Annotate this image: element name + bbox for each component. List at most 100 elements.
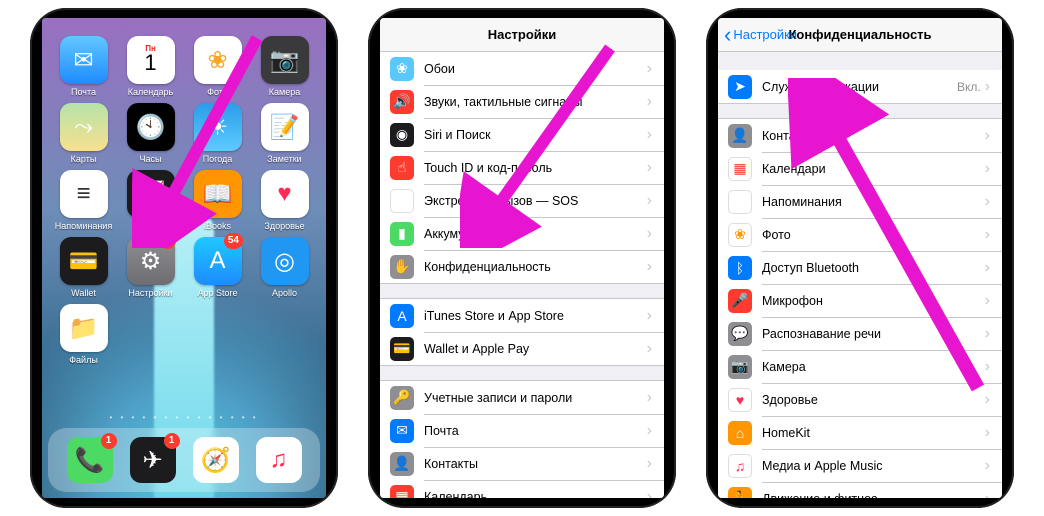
row-учетные-записи-и-пароли[interactable]: 🔑Учетные записи и пароли› <box>380 381 664 414</box>
back-button[interactable]: Настройки <box>724 18 797 51</box>
row-icon: ▮ <box>390 222 414 246</box>
row-icon: 💬 <box>728 322 752 346</box>
row-контакты[interactable]: 👤Контакты› <box>380 447 664 480</box>
app-заметки[interactable]: 📝 Заметки <box>253 103 316 164</box>
row-медиа-и-apple-music[interactable]: ♫Медиа и Apple Music› <box>718 449 1002 482</box>
app-здоровье[interactable]: ♥Здоровье <box>253 170 316 231</box>
row-микрофон[interactable]: 🎤Микрофон› <box>718 284 1002 317</box>
row-value: Вкл. <box>957 80 981 94</box>
row-icon: ◉ <box>390 123 414 147</box>
privacy-group: ➤Службы геолокацииВкл.› <box>718 70 1002 104</box>
row-label: Wallet и Apple Pay <box>424 342 647 356</box>
dock: 📞1 ✈︎1 🧭 ♫ <box>48 428 320 492</box>
dock-telegram[interactable]: ✈︎1 <box>130 437 176 483</box>
row-службы-геолокации[interactable]: ➤Службы геолокацииВкл.› <box>718 70 1002 103</box>
row-label: Календарь <box>424 490 647 499</box>
row-календарь[interactable]: ▦ Календарь› <box>380 480 664 498</box>
navbar: Настройки Конфиденциальность <box>718 18 1002 52</box>
row-обои[interactable]: ❀Обои› <box>380 52 664 85</box>
dock-music[interactable]: ♫ <box>256 437 302 483</box>
chevron-right-icon: › <box>985 78 990 96</box>
app-погода[interactable]: ☀︎Погода <box>186 103 249 164</box>
privacy-group: 👤 Контакты › ▦Календари›≡Напоминания›❀Фото›… <box>718 118 1002 498</box>
chevron-right-icon: › <box>647 126 652 144</box>
row-доступ-bluetooth[interactable]: ᛒДоступ Bluetooth› <box>718 251 1002 284</box>
app-icon: 🕙 <box>127 103 175 151</box>
row-label: Контакты <box>762 129 985 143</box>
row-движение-и-фитнес[interactable]: 🏃Движение и фитнес› <box>718 482 1002 498</box>
app-label: Камера <box>269 87 300 97</box>
dock-safari[interactable]: 🧭 <box>193 437 239 483</box>
app-icon: Пн1 <box>127 36 175 84</box>
app-icon: ⤳ <box>60 103 108 151</box>
chevron-right-icon: › <box>647 159 652 177</box>
chevron-right-icon: › <box>647 488 652 499</box>
app-apollo[interactable]: ◎Apollo <box>253 237 316 298</box>
row-аккумулятор[interactable]: ▮Аккумулятор› <box>380 217 664 250</box>
row-здоровье[interactable]: ♥Здоровье› <box>718 383 1002 416</box>
row-label: Микрофон <box>762 294 985 308</box>
row-label: Движение и фитнес <box>762 492 985 499</box>
navbar: Настройки <box>380 18 664 52</box>
app-акции[interactable]: 📈Акции <box>119 170 182 231</box>
row-экстренный-вызов-sos[interactable]: SOSЭкстренный вызов — SOS› <box>380 184 664 217</box>
app-карты[interactable]: ⤳ Карты <box>52 103 115 164</box>
chevron-right-icon: › <box>647 192 652 210</box>
row-icon: ᛒ <box>728 256 752 280</box>
row-siri-и-поиск[interactable]: ◉Siri и Поиск› <box>380 118 664 151</box>
row-icon: 👤 <box>728 124 752 148</box>
row-камера[interactable]: 📷 Камера› <box>718 350 1002 383</box>
app-календарь[interactable]: Пн1Календарь <box>119 36 182 97</box>
row-icon: ➤ <box>728 75 752 99</box>
chevron-right-icon: › <box>985 358 990 376</box>
chevron-right-icon: › <box>647 307 652 325</box>
row-распознавание-речи[interactable]: 💬Распознавание речи› <box>718 317 1002 350</box>
row-homekit[interactable]: ⌂HomeKit› <box>718 416 1002 449</box>
app-настройки[interactable]: ⚙︎1Настройки <box>119 237 182 298</box>
app-icon: ◎ <box>261 237 309 285</box>
app-ibooks[interactable]: 📖iBooks <box>186 170 249 231</box>
app-камера[interactable]: 📷 Камера <box>253 36 316 97</box>
row-touch-id-и-код-пароль[interactable]: ☝︎Touch ID и код-пароль› <box>380 151 664 184</box>
chevron-right-icon: › <box>985 391 990 409</box>
app-label: Заметки <box>267 154 301 164</box>
row-label: HomeKit <box>762 426 985 440</box>
row-фото[interactable]: ❀Фото› <box>718 218 1002 251</box>
app-почта[interactable]: ✉︎Почта <box>52 36 115 97</box>
app-icon: 📷 <box>261 36 309 84</box>
row-wallet-и-apple-pay[interactable]: 💳Wallet и Apple Pay› <box>380 332 664 365</box>
navbar-title: Настройки <box>488 27 557 42</box>
row-icon: 📷 <box>728 355 752 379</box>
row-звуки-тактильные-сигналы[interactable]: 🔊Звуки, тактильные сигналы› <box>380 85 664 118</box>
chevron-right-icon: › <box>985 193 990 211</box>
app-часы[interactable]: 🕙Часы <box>119 103 182 164</box>
row-icon: ▦ <box>390 485 414 499</box>
app-файлы[interactable]: 📁Файлы <box>52 304 115 365</box>
row-label: Обои <box>424 62 647 76</box>
app-icon: 📝 <box>261 103 309 151</box>
app-фото[interactable]: ❀Фото <box>186 36 249 97</box>
app-label: Почта <box>71 87 96 97</box>
row-напоминания[interactable]: ≡Напоминания› <box>718 185 1002 218</box>
row-label: Камера <box>762 360 985 374</box>
app-напоминания[interactable]: ≡Напоминания <box>52 170 115 231</box>
row-календари[interactable]: ▦Календари› <box>718 152 1002 185</box>
app-label: Погода <box>203 154 233 164</box>
dock-phone[interactable]: 📞1 <box>67 437 113 483</box>
row-контакты[interactable]: 👤Контакты› <box>718 119 1002 152</box>
phone-home: ✉︎ПочтаПн1Календарь❀Фото📷 Камера ⤳ Карты 🕙Ча… <box>30 8 338 508</box>
app-label: Карты <box>71 154 97 164</box>
row-label: Календари <box>762 162 985 176</box>
row-icon: SOS <box>390 189 414 213</box>
settings-group: 🔑Учетные записи и пароли›✉︎Почта›👤Контак… <box>380 380 664 498</box>
app-label: Файлы <box>69 355 98 365</box>
row-label: Звуки, тактильные сигналы <box>424 95 647 109</box>
row-конфиденциальность[interactable]: ✋Конфиденциальность› <box>380 250 664 283</box>
row-icon: 👤 <box>390 452 414 476</box>
chevron-right-icon: › <box>647 258 652 276</box>
row-icon: 🔑 <box>390 386 414 410</box>
row-почта[interactable]: ✉︎Почта› <box>380 414 664 447</box>
app-app store[interactable]: A54App Store <box>186 237 249 298</box>
app-wallet[interactable]: 💳Wallet <box>52 237 115 298</box>
row-itunes-store-и-app-store[interactable]: AiTunes Store и App Store› <box>380 299 664 332</box>
